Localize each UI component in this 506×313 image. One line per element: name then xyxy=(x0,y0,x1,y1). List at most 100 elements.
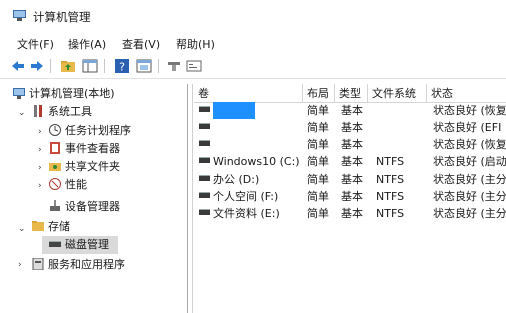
device-manager-icon xyxy=(50,200,60,211)
type-cell: 基本 xyxy=(341,155,363,168)
tree-item-shared-folders[interactable]: 共享文件夹 xyxy=(49,158,120,176)
chevron-right-icon[interactable]: › xyxy=(38,163,42,173)
chevron-right-icon[interactable]: › xyxy=(38,181,42,191)
volume-icon xyxy=(199,209,210,215)
volume-icon xyxy=(199,192,210,198)
disk-management-icon xyxy=(49,241,61,247)
tree-item-event-viewer[interactable]: 事件查看器 xyxy=(49,140,120,158)
status-cell: 状态良好 (主分 xyxy=(433,190,506,203)
volume-icon xyxy=(199,123,210,129)
status-cell: 状态良好 (启动 xyxy=(433,155,506,168)
forward-icon[interactable] xyxy=(29,58,45,74)
toolbar-separator xyxy=(50,59,51,73)
tools-icon xyxy=(34,105,42,117)
chevron-right-icon[interactable]: › xyxy=(38,127,42,137)
menu-help[interactable]: 帮助(H) xyxy=(176,36,215,52)
tree-label: 事件查看器 xyxy=(65,142,120,155)
type-cell: 基本 xyxy=(341,190,363,203)
toolbar-separator xyxy=(158,59,159,73)
tree-label: 系统工具 xyxy=(48,105,92,118)
chevron-right-icon[interactable]: › xyxy=(38,145,42,155)
column-header-filesystem[interactable]: 文件系统 xyxy=(368,84,427,103)
volume-cell[interactable]: 文件资料 (E:) xyxy=(199,205,280,222)
tree-label: 服务和应用程序 xyxy=(48,258,125,271)
fs-cell: NTFS xyxy=(376,190,405,203)
status-cell: 状态良好 (恢复 xyxy=(433,104,506,117)
volume-icon xyxy=(199,140,210,146)
column-header-volume[interactable]: 卷 xyxy=(194,84,303,103)
services-icon xyxy=(32,258,44,270)
layout-cell: 简单 xyxy=(307,155,329,168)
chevron-right-icon[interactable]: › xyxy=(18,260,22,270)
status-cell: 状态良好 (EFI xyxy=(433,121,502,134)
volume-cell[interactable] xyxy=(199,136,213,153)
type-cell: 基本 xyxy=(341,173,363,186)
volume-cell[interactable] xyxy=(199,102,213,119)
connect-icon[interactable] xyxy=(166,58,182,74)
fs-cell: NTFS xyxy=(376,155,405,168)
status-cell: 状态良好 (主分 xyxy=(433,207,506,220)
column-header-type[interactable]: 类型 xyxy=(335,84,368,103)
toolbar: ? xyxy=(0,54,506,79)
tree-label: 任务计划程序 xyxy=(65,124,131,137)
toolbar-separator xyxy=(104,59,105,73)
event-viewer-icon xyxy=(50,142,60,154)
tree-label: 存储 xyxy=(48,220,70,233)
computer-management-icon xyxy=(13,88,25,99)
chevron-down-icon[interactable]: ⌄ xyxy=(18,108,26,118)
column-header-status[interactable]: 状态 xyxy=(427,84,506,103)
back-icon[interactable] xyxy=(10,58,26,74)
layout-cell: 简单 xyxy=(307,104,329,117)
volume-icon xyxy=(199,175,210,181)
chevron-down-icon[interactable]: ⌄ xyxy=(18,224,26,234)
layout-cell: 简单 xyxy=(307,190,329,203)
selected-volume-cell[interactable] xyxy=(213,102,255,119)
up-folder-icon[interactable] xyxy=(60,58,76,74)
tree-label: 磁盘管理 xyxy=(65,238,109,251)
status-cell: 状态良好 (主分 xyxy=(433,173,506,186)
tree-item-task-scheduler[interactable]: 任务计划程序 xyxy=(49,122,131,140)
tree-item-disk-management[interactable]: 磁盘管理 xyxy=(49,236,109,254)
tree-item-device-manager[interactable]: 设备管理器 xyxy=(49,198,120,216)
menu-bar: 文件(F) 操作(A) 查看(V) 帮助(H) xyxy=(0,33,506,53)
menu-action[interactable]: 操作(A) xyxy=(68,36,106,52)
pane-border xyxy=(192,84,193,313)
show-tree-icon[interactable] xyxy=(82,58,98,74)
tree-label: 计算机管理(本地) xyxy=(29,87,115,100)
volume-cell[interactable]: Windows10 (C:) xyxy=(199,153,300,170)
tree-item-system-tools[interactable]: 系统工具 xyxy=(32,103,92,121)
performance-icon xyxy=(49,178,61,190)
menu-file[interactable]: 文件(F) xyxy=(17,36,54,52)
tree-label: 共享文件夹 xyxy=(65,160,120,173)
window-title: 计算机管理 xyxy=(33,10,91,24)
volume-cell[interactable]: 个人空间 (F:) xyxy=(199,188,278,205)
tree-label: 性能 xyxy=(65,178,87,191)
type-cell: 基本 xyxy=(341,138,363,151)
volume-icon xyxy=(199,157,210,163)
clock-icon xyxy=(49,124,61,136)
tree-item-services-apps[interactable]: 服务和应用程序 xyxy=(32,256,125,274)
computer-management-icon xyxy=(13,10,26,21)
pane-splitter[interactable] xyxy=(187,84,188,313)
status-cell: 状态良好 (恢复 xyxy=(433,138,506,151)
volume-cell[interactable] xyxy=(199,119,213,136)
type-cell: 基本 xyxy=(341,104,363,117)
tree-item-performance[interactable]: 性能 xyxy=(49,176,87,194)
svg-text:?: ? xyxy=(119,61,125,74)
fs-cell: NTFS xyxy=(376,173,405,186)
volume-cell[interactable]: 办公 (D:) xyxy=(199,171,259,188)
menu-view[interactable]: 查看(V) xyxy=(122,36,160,52)
tree-item-computer-management[interactable]: 计算机管理(本地) xyxy=(13,85,115,103)
layout-cell: 简单 xyxy=(307,173,329,186)
type-cell: 基本 xyxy=(341,207,363,220)
column-header-layout[interactable]: 布局 xyxy=(303,84,335,103)
help-icon[interactable]: ? xyxy=(114,58,130,74)
console-icon[interactable] xyxy=(186,58,202,74)
layout-cell: 简单 xyxy=(307,121,329,134)
title-bar: 计算机管理 xyxy=(0,0,506,30)
properties-icon[interactable] xyxy=(136,58,152,74)
type-cell: 基本 xyxy=(341,121,363,134)
layout-cell: 简单 xyxy=(307,138,329,151)
tree-item-storage[interactable]: 存储 xyxy=(32,218,70,236)
layout-cell: 简单 xyxy=(307,207,329,220)
